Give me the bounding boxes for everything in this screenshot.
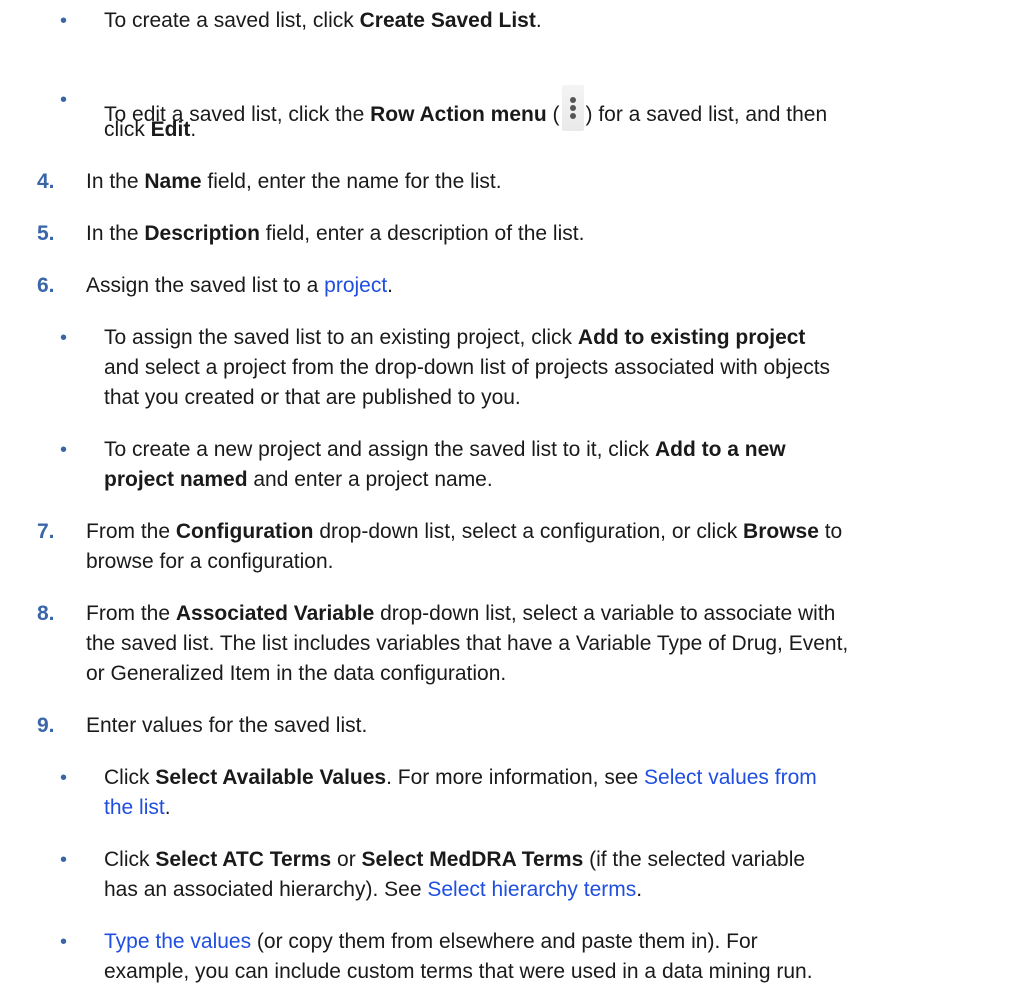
step-7: From the Configuration drop-down list, s…: [86, 517, 842, 547]
ui-term: Edit: [150, 118, 191, 141]
text: ) for a saved list, and then: [585, 103, 828, 126]
bullet-icon: •: [60, 89, 68, 111]
ui-term: project named: [104, 468, 248, 491]
text: drop-down list, select a variable to ass…: [374, 602, 836, 625]
text: to: [818, 520, 843, 543]
text: Assign the saved list to a: [86, 274, 325, 297]
select-values-link-continued[interactable]: the list: [104, 796, 165, 819]
project-link[interactable]: project: [324, 274, 387, 297]
bullet-edit-saved-list-line2: click Edit.: [104, 115, 196, 145]
bullet-icon: •: [60, 931, 68, 953]
bullet-existing-project: To assign the saved list to an existing …: [104, 323, 805, 353]
bullet-select-available-values-line2: the list.: [104, 793, 171, 823]
bullet-icon: •: [60, 439, 68, 461]
text: and enter a project name.: [247, 468, 493, 491]
text: To assign the saved list to an existing …: [104, 326, 578, 349]
text: To create a new project and assign the s…: [104, 438, 655, 461]
text: .: [190, 118, 197, 141]
text: Click: [104, 766, 156, 789]
ui-term: Row Action menu: [370, 103, 547, 126]
document-page: • To create a saved list, click Create S…: [0, 0, 1029, 983]
text: .: [636, 878, 643, 901]
step-number: 6.: [37, 274, 55, 297]
ui-term: Description: [144, 222, 260, 245]
text: From the: [86, 602, 176, 625]
bullet-new-project: To create a new project and assign the s…: [104, 435, 786, 465]
text: .: [164, 796, 171, 819]
ui-term: Create Saved List: [359, 9, 536, 32]
text: .: [535, 9, 542, 32]
step-number: 8.: [37, 602, 55, 625]
select-values-link[interactable]: Select values from: [644, 766, 817, 789]
step-8-line3: or Generalized Item in the data configur…: [86, 662, 507, 685]
bullet-select-available-values: Click Select Available Values. For more …: [104, 763, 817, 793]
text: In the: [86, 222, 145, 245]
bullet-edit-saved-list: To edit a saved list, click the Row Acti…: [104, 85, 827, 131]
ui-term: Add to a new: [654, 438, 786, 461]
bullet-icon: •: [60, 849, 68, 871]
text: In the: [86, 170, 145, 193]
text: has an associated hierarchy). See: [104, 878, 428, 901]
ui-term: Associated Variable: [175, 602, 375, 625]
ui-term: Name: [144, 170, 202, 193]
step-9: Enter values for the saved list.: [86, 714, 368, 737]
ui-term: Add to existing project: [577, 326, 806, 349]
bullet-existing-project-line3: that you created or that are published t…: [104, 386, 521, 409]
text: Click: [104, 848, 156, 871]
ui-term: Browse: [743, 520, 819, 543]
select-hierarchy-terms-link[interactable]: Select hierarchy terms: [427, 878, 636, 901]
text: field, enter a description of the list.: [259, 222, 585, 245]
text: drop-down list, select a configuration, …: [313, 520, 744, 543]
step-8: From the Associated Variable drop-down l…: [86, 599, 835, 629]
text: field, enter the name for the list.: [201, 170, 502, 193]
bullet-icon: •: [60, 10, 68, 32]
step-8-line2: the saved list. The list includes variab…: [86, 632, 849, 655]
step-number: 5.: [37, 222, 55, 245]
bullet-create-saved-list: To create a saved list, click Create Sav…: [104, 6, 542, 36]
step-4: In the Name field, enter the name for th…: [86, 167, 502, 197]
text: click: [104, 118, 151, 141]
bullet-select-terms-line2: has an associated hierarchy). See Select…: [104, 875, 642, 905]
ui-term: Configuration: [175, 520, 314, 543]
ui-term: Select Available Values: [155, 766, 387, 789]
bullet-existing-project-line2: and select a project from the drop-down …: [104, 356, 831, 379]
step-7-line2: browse for a configuration.: [86, 550, 334, 573]
type-values-link[interactable]: Type the values: [104, 930, 251, 953]
text: .: [387, 274, 394, 297]
text: (or copy them from elsewhere and paste t…: [251, 930, 758, 953]
ui-term: Select ATC Terms: [155, 848, 332, 871]
text: . For more information, see: [386, 766, 645, 789]
text: From the: [86, 520, 176, 543]
text: (: [546, 103, 560, 126]
row-action-menu-icon: [561, 85, 584, 131]
text: (if the selected variable: [583, 848, 806, 871]
step-5: In the Description field, enter a descri…: [86, 219, 584, 249]
bullet-icon: •: [60, 767, 68, 789]
text: or: [331, 848, 362, 871]
step-number: 9.: [37, 714, 55, 737]
bullet-icon: •: [60, 327, 68, 349]
step-number: 7.: [37, 520, 55, 543]
ui-term: Select MedDRA Terms: [361, 848, 584, 871]
bullet-select-terms: Click Select ATC Terms or Select MedDRA …: [104, 845, 805, 875]
text: To create a saved list, click: [104, 9, 360, 32]
bullet-new-project-line2: project named and enter a project name.: [104, 465, 493, 495]
step-6: Assign the saved list to a project.: [86, 271, 393, 301]
bullet-type-values: Type the values (or copy them from elsew…: [104, 927, 758, 957]
step-number: 4.: [37, 170, 55, 193]
